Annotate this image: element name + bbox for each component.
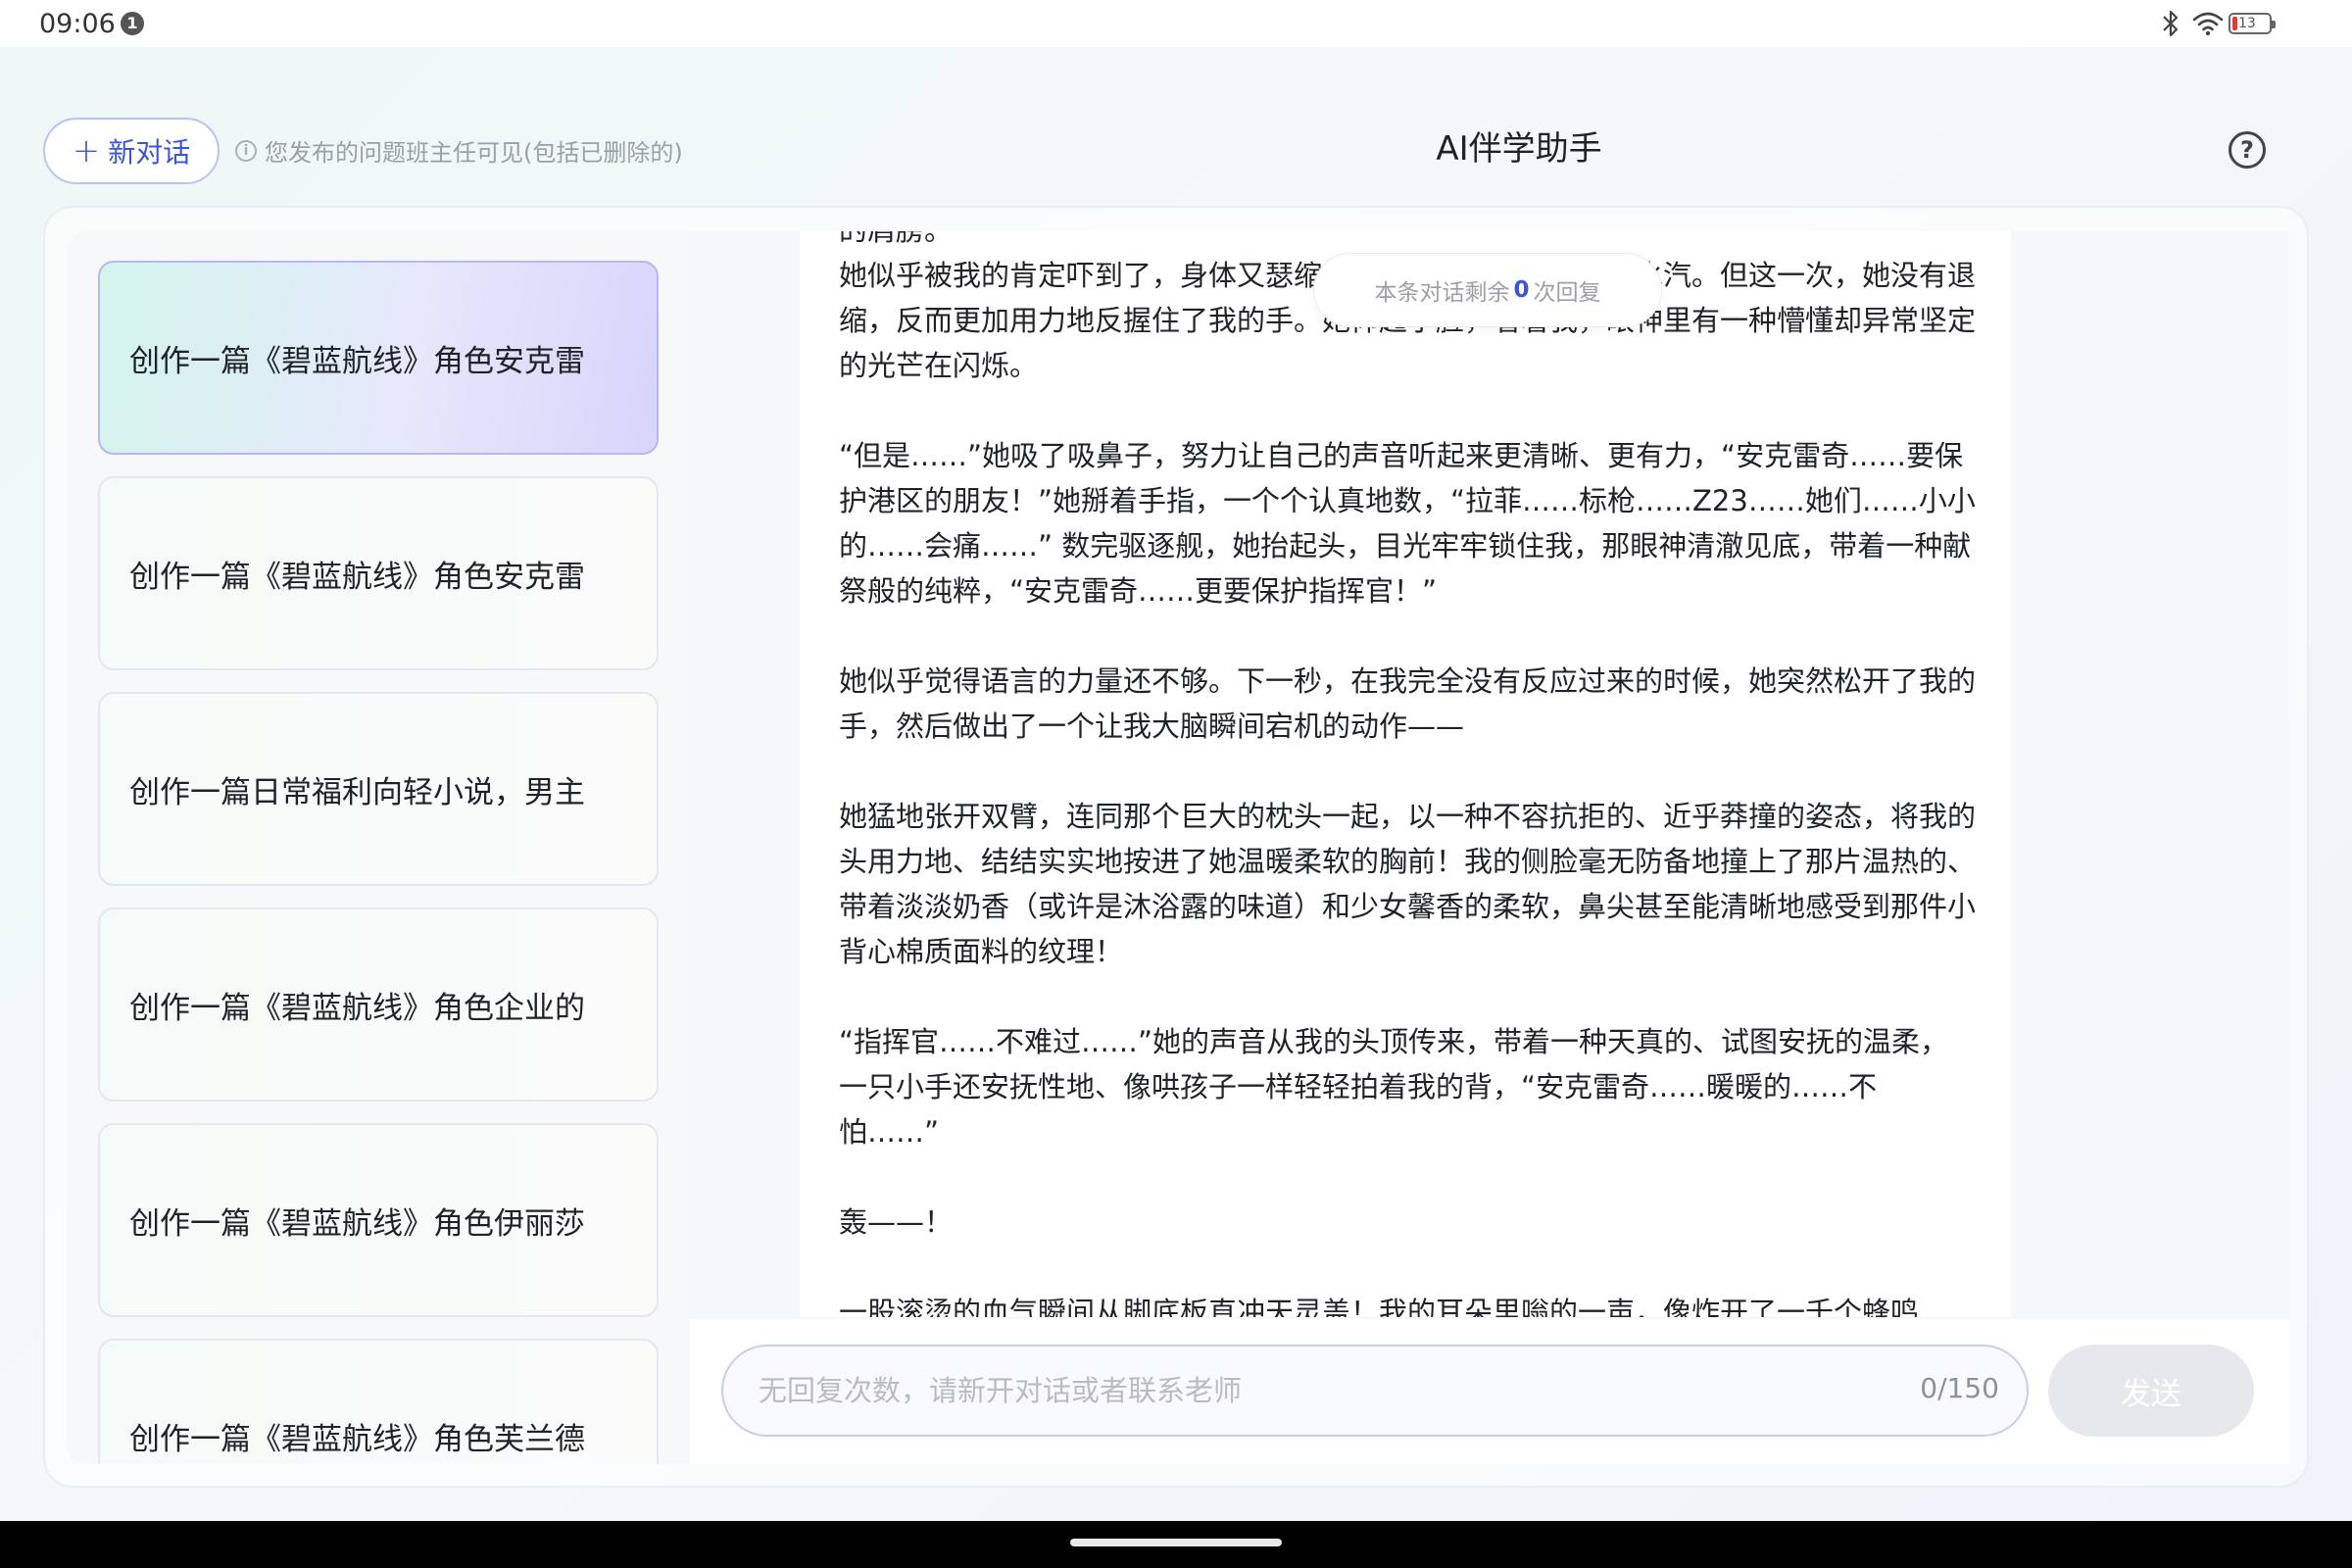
message-body: 的肩膀。 她似乎被我的肯定吓到了，身体又瑟缩了一下，眼眶里再次涌上水汽。但这一次… [839,231,1976,1317]
message-paragraph: 轰——！ [839,1205,954,1239]
remaining-suffix: 次回复 [1533,280,1601,306]
conversation-title: 创作一篇《碧蓝航线》角色企业的 [129,990,585,1026]
conversation-list[interactable]: 创作一篇《碧蓝航线》角色安克雷 创作一篇《碧蓝航线》角色安克雷 创作一篇日常福利… [98,261,659,1464]
remaining-prefix: 本条对话剩余 [1374,280,1510,306]
conversation-item[interactable]: 创作一篇《碧蓝航线》角色芙兰德 [98,1339,659,1464]
bluetooth-icon [2163,10,2179,37]
new-chat-label: 新对话 [108,136,191,169]
conversation-title: 创作一篇《碧蓝航线》角色芙兰德 [129,1421,585,1457]
message-paragraph: 一股滚烫的血气瞬间从脚底板直冲天灵盖！我的耳朵里嗡的一声，像炸开了一千个蜂鸣 [839,1296,1920,1317]
new-chat-button[interactable]: + 新对话 [43,118,220,184]
assistant-message-card[interactable]: 的肩膀。 她似乎被我的肯定吓到了，身体又瑟缩了一下，眼眶里再次涌上水汽。但这一次… [800,231,2011,1317]
message-paragraph: “指挥官……不难过……”她的声音从我的头顶传来，带着一种天真的、试图安抚的温柔，… [839,1025,1949,1149]
message-paragraph: “但是……”她吸了吸鼻子，努力让自己的声音听起来更清晰、更有力，“安克雷奇……要… [839,439,1976,608]
page-title: AI伴学助手 [1436,129,1602,169]
home-indicator[interactable] [1070,1539,1282,1546]
conversation-item[interactable]: 创作一篇《碧蓝航线》角色安克雷 [98,261,659,455]
conversation-title: 创作一篇《碧蓝航线》角色安克雷 [129,343,585,379]
battery-level-fill [2232,17,2237,30]
message-partial-line: 的肩膀。 [839,231,1976,253]
wifi-icon [2192,12,2224,36]
remaining-replies-badge: 本条对话剩余 0 次回复 [1313,253,1662,327]
status-bar: 09:06 1 13 [0,0,2352,47]
conversation-item[interactable]: 创作一篇《碧蓝航线》角色企业的 [98,907,659,1102]
char-counter: 0/150 [1920,1372,1999,1404]
conversation-title: 创作一篇《碧蓝航线》角色安克雷 [129,559,585,595]
status-time: 09:06 [39,9,116,39]
conversation-item[interactable]: 创作一篇日常福利向轻小说，男主 [98,692,659,886]
conversation-item[interactable]: 创作一篇《碧蓝航线》角色安克雷 [98,476,659,670]
visibility-notice-text: 您发布的问题班主任可见(包括已删除的) [265,139,683,167]
help-icon[interactable]: ? [2229,131,2266,169]
notification-badge: 1 [121,12,144,35]
conversation-item[interactable]: 创作一篇《碧蓝航线》角色伊丽莎 [98,1123,659,1317]
message-paragraph: 她似乎觉得语言的力量还不够。下一秒，在我完全没有反应过来的时候，她突然松开了我的… [839,664,1977,743]
message-input[interactable] [721,1345,2029,1437]
send-button[interactable]: 发送 [2048,1345,2254,1437]
conversation-title: 创作一篇日常福利向轻小说，男主 [129,774,585,810]
message-paragraph: 她猛地张开双臂，连同那个巨大的枕头一起，以一种不容抗拒的、近乎莽撞的姿态，将我的… [839,800,1977,968]
info-icon: i [235,139,257,162]
visibility-notice: i 您发布的问题班主任可见(包括已删除的) [235,133,683,168]
plus-icon: + [72,131,101,171]
battery-icon: 13 [2229,13,2276,34]
remaining-count: 0 [1513,277,1530,303]
battery-level-text: 13 [2238,16,2256,31]
conversation-title: 创作一篇《碧蓝航线》角色伊丽莎 [129,1205,585,1242]
